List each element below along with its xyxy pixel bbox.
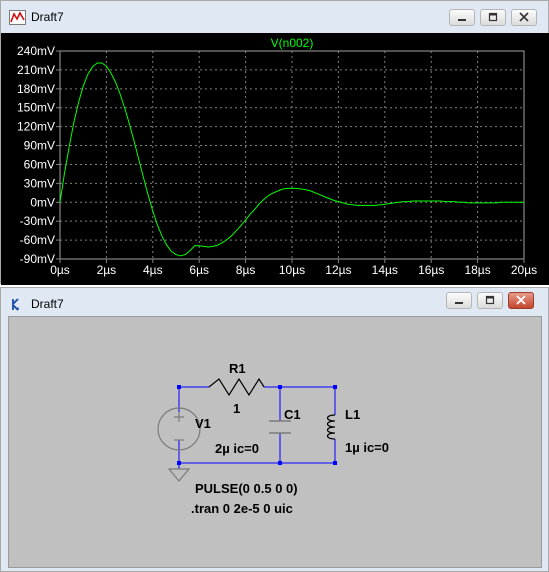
junction-dot — [333, 385, 337, 389]
x-tick-label: 20µs — [511, 263, 537, 277]
waveform-window-title: Draft7 — [31, 10, 64, 24]
r1-value-label[interactable]: 1 — [233, 401, 240, 416]
y-tick-label: 30mV — [24, 176, 55, 190]
minimize-icon — [458, 19, 466, 21]
y-tick-label: 150mV — [17, 101, 55, 115]
y-tick-label: -90mV — [20, 252, 55, 266]
plot-background — [1, 33, 549, 285]
junction-dot — [177, 461, 181, 465]
y-tick-label: 60mV — [24, 157, 55, 171]
tran-directive[interactable]: .tran 0 2e-5 0 uic — [191, 501, 293, 516]
schematic-window: Draft7 R1 1 V1 C1 2µ ic=0 L1 1µ ic=0 PUL… — [0, 287, 549, 572]
ground-icon[interactable] — [167, 468, 191, 482]
inductor-l1[interactable] — [326, 414, 336, 440]
junction-dot — [278, 461, 282, 465]
x-tick-label: 12µs — [325, 263, 351, 277]
trace-label[interactable]: V(n002) — [271, 36, 314, 50]
l1-value-label[interactable]: 1µ ic=0 — [345, 440, 389, 455]
minimize-icon — [455, 302, 463, 304]
resistor-r1[interactable] — [208, 377, 265, 397]
junction-dot — [278, 385, 282, 389]
c1-value-label[interactable]: 2µ ic=0 — [215, 441, 259, 456]
x-tick-label: 16µs — [418, 263, 444, 277]
y-tick-label: 210mV — [17, 63, 55, 77]
close-icon — [519, 12, 529, 22]
source-spec-label[interactable]: PULSE(0 0.5 0 0) — [195, 481, 298, 496]
schematic-app-icon — [12, 298, 19, 311]
plot-area[interactable]: 0µs 2µs 4µs 6µs 8µs 10µs 12µs 14µs 16µs 18µs 20µs 2… — [1, 33, 549, 285]
x-tick-label: 6µs — [189, 263, 209, 277]
x-tick-label: 4µs — [143, 263, 163, 277]
circuit-diagram[interactable]: R1 1 V1 C1 2µ ic=0 L1 1µ ic=0 PULSE(0 0.… — [9, 317, 541, 567]
x-tick-label: 10µs — [279, 263, 305, 277]
restore-icon — [488, 12, 498, 22]
y-tick-label: 240mV — [17, 44, 55, 58]
close-icon — [516, 295, 526, 305]
x-tick-label: 8µs — [236, 263, 256, 277]
x-tick-label: 18µs — [464, 263, 490, 277]
close-button[interactable] — [511, 9, 537, 26]
y-tick-label: 90mV — [24, 139, 55, 153]
y-tick-label: -30mV — [20, 214, 55, 228]
y-tick-label: -60mV — [20, 233, 55, 247]
l1-name-label[interactable]: L1 — [345, 407, 360, 422]
schematic-canvas[interactable]: R1 1 V1 C1 2µ ic=0 L1 1µ ic=0 PULSE(0 0.… — [8, 316, 542, 568]
waveform-window: Draft7 0µs 2µs 4µs 6µs 8µs 10µs 12µs 14µs 16µs 18… — [0, 0, 549, 285]
waveform-titlebar[interactable]: Draft7 — [1, 1, 548, 33]
schematic-minimize-button[interactable] — [446, 292, 472, 309]
waveform-app-icon — [9, 10, 26, 25]
v1-name-label[interactable]: V1 — [195, 416, 211, 431]
waveform-chart[interactable]: 0µs 2µs 4µs 6µs 8µs 10µs 12µs 14µs 16µs 18µs 20µs2… — [1, 33, 549, 285]
y-tick-label: 120mV — [17, 120, 55, 134]
minimize-button[interactable] — [449, 9, 475, 26]
x-tick-label: 2µs — [97, 263, 117, 277]
junction-dot — [333, 461, 337, 465]
restore-button[interactable] — [480, 9, 506, 26]
c1-name-label[interactable]: C1 — [284, 407, 301, 422]
restore-icon — [485, 295, 495, 305]
junction-dot — [177, 385, 181, 389]
schematic-restore-button[interactable] — [477, 292, 503, 309]
schematic-close-button[interactable] — [508, 292, 534, 309]
schematic-window-title: Draft7 — [31, 297, 64, 311]
y-tick-label: 180mV — [17, 82, 55, 96]
r1-name-label[interactable]: R1 — [229, 361, 246, 376]
x-tick-label: 14µs — [372, 263, 398, 277]
y-tick-label: 0mV — [30, 195, 55, 209]
capacitor-c1[interactable] — [269, 420, 291, 434]
